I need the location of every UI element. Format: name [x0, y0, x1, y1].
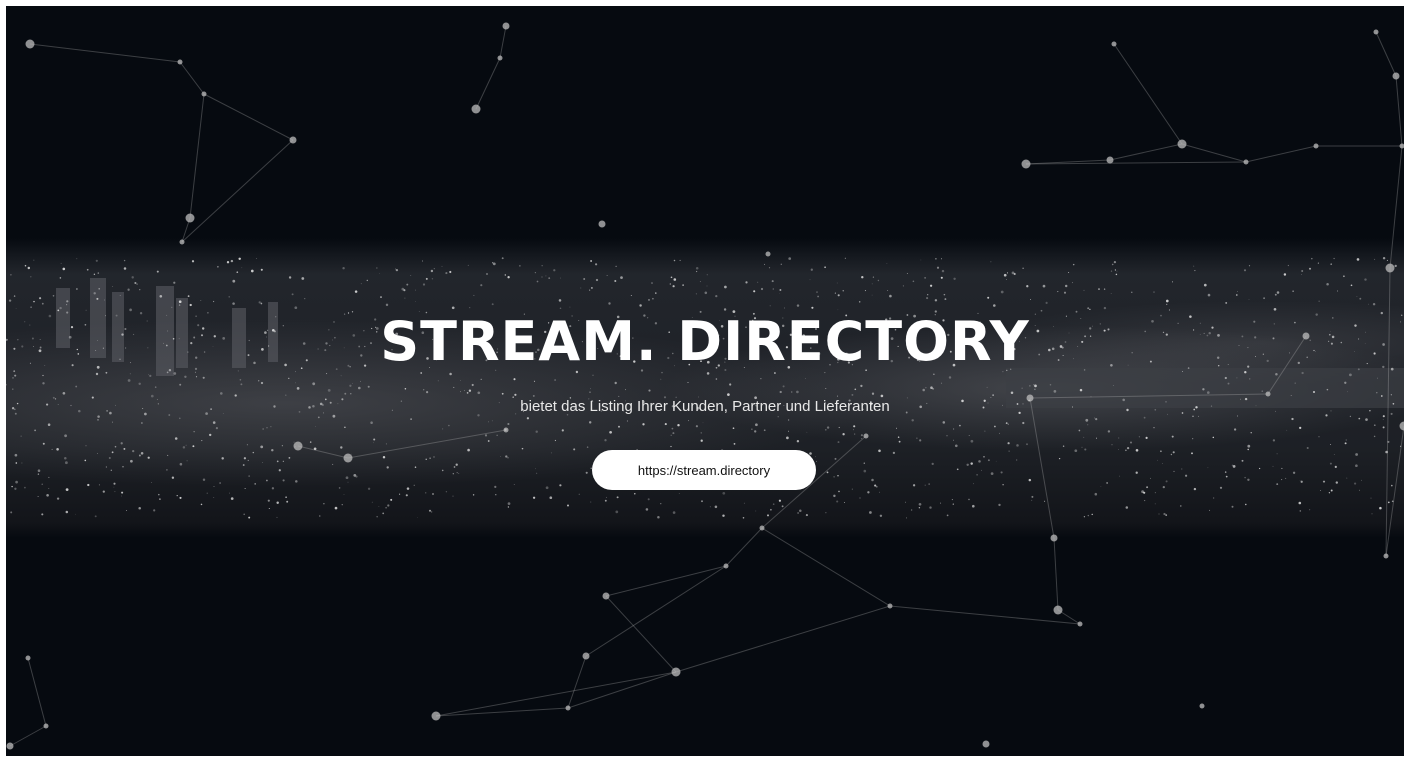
- hero-content: STREAM. DIRECTORY bietet das Listing Ihr…: [6, 6, 1404, 756]
- page-subtitle: bietet das Listing Ihrer Kunden, Partner…: [520, 398, 890, 415]
- hero-banner: STREAM. DIRECTORY bietet das Listing Ihr…: [6, 6, 1404, 756]
- page-title: STREAM. DIRECTORY: [380, 310, 1030, 373]
- website-link-button[interactable]: https://stream.directory: [592, 450, 816, 490]
